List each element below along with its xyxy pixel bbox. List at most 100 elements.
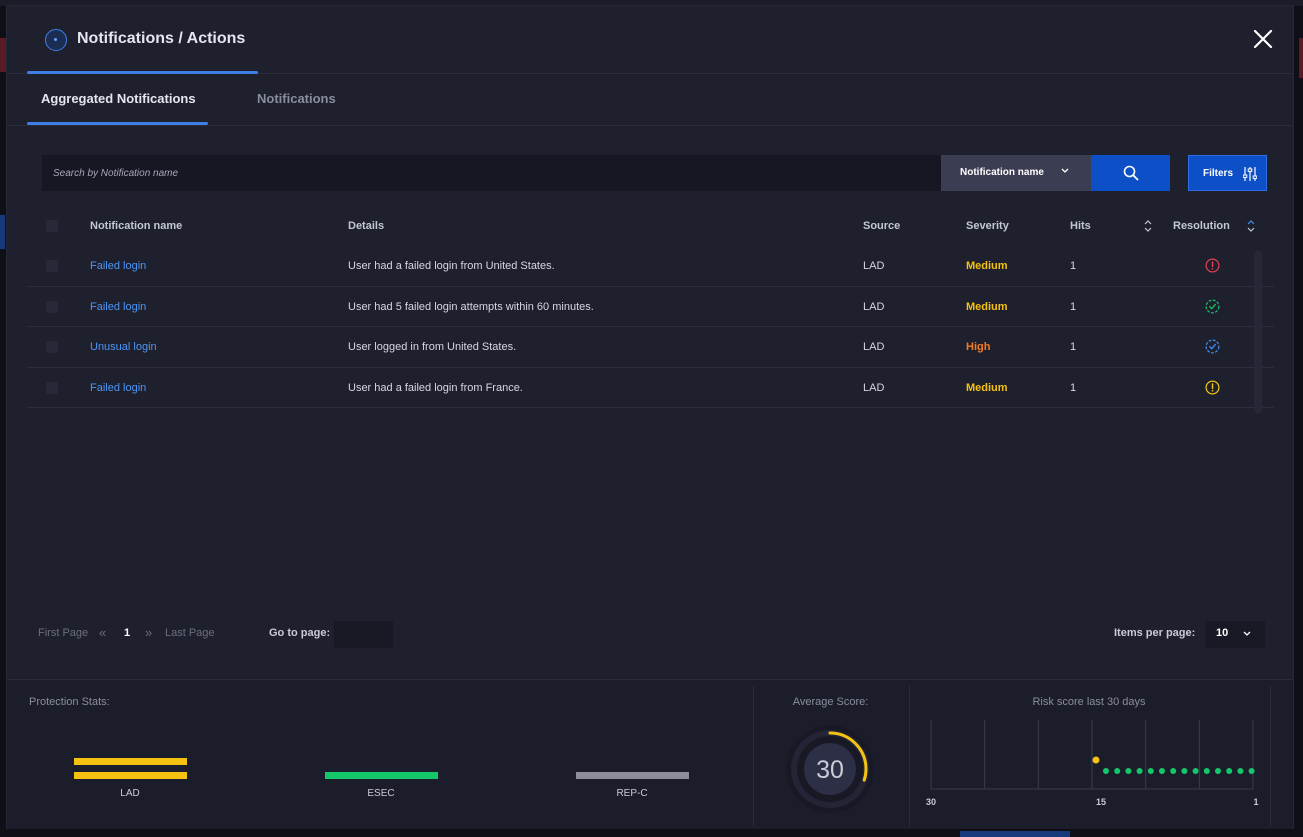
notification-source: LAD <box>863 300 885 313</box>
risk-data-point <box>1147 768 1154 774</box>
risk-data-point <box>1215 768 1221 774</box>
average-score-value: 30 <box>816 756 844 784</box>
row-checkbox[interactable] <box>46 300 58 313</box>
risk-data-point <box>1248 768 1255 774</box>
search-bar: Notification name <box>42 155 1170 191</box>
risk-score-label: Risk score last 30 days <box>1032 696 1146 708</box>
table-scrollbar[interactable] <box>1254 251 1262 413</box>
notification-name-link[interactable]: Unusual login <box>90 341 157 353</box>
column-header-details[interactable]: Details <box>348 220 384 232</box>
pagination: First Page « 1 » Last Page Go to page: I… <box>37 621 1267 648</box>
notification-details: User had a failed login from France. <box>348 381 523 394</box>
protection-bar-label: ESEC <box>367 788 395 799</box>
risk-data-point <box>1181 768 1188 774</box>
search-button[interactable] <box>1091 155 1170 191</box>
tab-notifications[interactable]: Notifications <box>257 91 336 106</box>
column-header-source[interactable]: Source <box>863 220 900 232</box>
notification-details: User had 5 failed login attempts within … <box>348 300 594 313</box>
search-icon <box>1123 165 1139 181</box>
risk-tick-label: 30 <box>926 797 936 807</box>
row-checkbox[interactable] <box>46 260 58 272</box>
severity-badge: High <box>966 341 991 353</box>
risk-tick-label: 1 <box>1253 797 1258 807</box>
notifications-table: Notification name Details Source Severit… <box>27 206 1274 408</box>
risk-data-point <box>1114 768 1121 774</box>
modal-title: Notifications / Actions <box>77 30 246 47</box>
column-header-hits[interactable]: Hits <box>1070 220 1091 232</box>
goto-page-label: Go to page: <box>269 627 331 639</box>
alert-circle-icon[interactable] <box>1205 380 1220 395</box>
notification-name-link[interactable]: Failed login <box>90 382 146 394</box>
protection-bar-label: REP-C <box>616 788 648 799</box>
close-icon[interactable] <box>1253 29 1273 49</box>
current-page[interactable]: 1 <box>124 627 130 639</box>
column-header-name[interactable]: Notification name <box>90 220 182 232</box>
hits-count: 1 <box>1070 260 1077 272</box>
chevron-down-icon <box>1061 168 1069 173</box>
filters-button[interactable]: Filters <box>1188 155 1267 191</box>
risk-data-point <box>1136 768 1143 774</box>
sort-resolution-icon[interactable] <box>1247 219 1255 233</box>
row-checkbox[interactable] <box>46 381 58 394</box>
notifications-modal: Notifications / Actions Aggregated Notif… <box>6 5 1294 829</box>
hits-count: 1 <box>1070 300 1077 313</box>
check-circle-dashed-icon[interactable] <box>1205 299 1220 314</box>
sliders-icon <box>1243 167 1257 181</box>
filters-label: Filters <box>1203 168 1234 179</box>
double-chevron-left-icon[interactable]: « <box>99 625 106 640</box>
column-header-resolution[interactable]: Resolution <box>1173 220 1230 232</box>
table-row[interactable]: Failed login User had a failed login from… <box>27 246 1274 287</box>
items-per-page-select[interactable]: 10 <box>1205 621 1265 648</box>
select-all-checkbox[interactable] <box>46 220 58 232</box>
risk-marker-point <box>1092 756 1100 764</box>
alert-circle-icon[interactable] <box>1205 258 1220 273</box>
items-per-page-label: Items per page: <box>1114 627 1196 639</box>
row-checkbox[interactable] <box>46 341 58 353</box>
notification-details: User had a failed login from United Stat… <box>348 260 555 272</box>
stats-footer: Protection Stats: LAD ESEC REP-C Average S… <box>7 679 1293 829</box>
search-field-select-value: Notification name <box>960 167 1044 178</box>
protection-bar <box>74 758 187 765</box>
table-row[interactable]: Unusual login User logged in from United … <box>27 327 1274 368</box>
divider <box>1270 686 1271 826</box>
sort-hits-icon[interactable] <box>1144 219 1152 233</box>
severity-badge: Medium <box>966 300 1008 313</box>
risk-data-point <box>1226 768 1233 774</box>
column-header-severity[interactable]: Severity <box>966 220 1009 232</box>
header-underline <box>27 71 258 74</box>
table-row[interactable]: Failed login User had a failed login from… <box>27 368 1274 408</box>
hits-count: 1 <box>1070 381 1077 394</box>
notification-name-link[interactable]: Failed login <box>90 301 146 313</box>
notification-icon <box>45 29 67 51</box>
first-page-link[interactable]: First Page <box>38 627 88 639</box>
protection-bar <box>325 772 438 779</box>
table-row[interactable]: Failed login User had 5 failed login atte… <box>27 287 1274 327</box>
notification-source: LAD <box>863 341 885 353</box>
active-tab-indicator <box>27 122 208 125</box>
notification-details: User logged in from United States. <box>348 341 517 353</box>
notification-source: LAD <box>863 381 885 394</box>
last-page-link[interactable]: Last Page <box>165 627 215 639</box>
table-body: Failed login User had a failed login from… <box>27 246 1274 408</box>
tab-aggregated-notifications[interactable]: Aggregated Notifications <box>41 91 196 106</box>
protection-bar-label: LAD <box>120 788 140 799</box>
risk-data-point <box>1125 768 1132 774</box>
search-field-select[interactable]: Notification name <box>941 155 1091 191</box>
tab-bar: Aggregated Notifications Notifications <box>7 75 1293 126</box>
goto-page-input[interactable] <box>334 621 393 648</box>
risk-data-point <box>1103 768 1109 774</box>
notification-name-link[interactable]: Failed login <box>90 260 146 272</box>
check-circle-dashed-icon[interactable] <box>1205 339 1220 354</box>
protection-bar <box>576 772 689 779</box>
average-score-gauge: 30 <box>786 725 874 813</box>
double-chevron-right-icon[interactable]: » <box>145 625 152 640</box>
risk-data-point <box>1192 768 1199 774</box>
search-input[interactable] <box>42 155 941 191</box>
risk-data-point <box>1159 768 1165 774</box>
protection-stats-label: Protection Stats: <box>29 696 110 708</box>
risk-data-point <box>1170 768 1177 774</box>
items-per-page-value: 10 <box>1216 627 1229 639</box>
severity-badge: Medium <box>966 381 1008 394</box>
risk-score-chart: 30 15 1 <box>926 720 1259 807</box>
risk-data-point <box>1203 768 1210 774</box>
